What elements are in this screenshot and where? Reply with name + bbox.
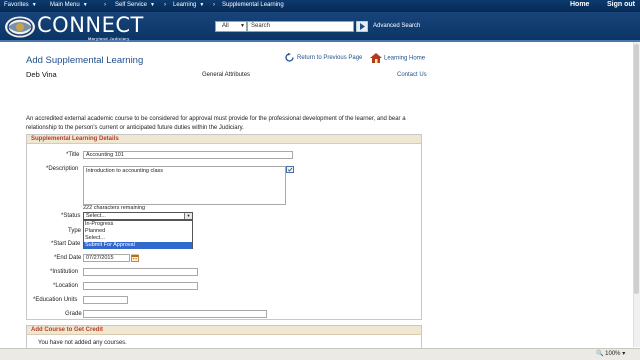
home-link[interactable]: Home	[570, 1, 589, 8]
browser-status-bar	[0, 348, 640, 360]
end-date-input[interactable]: 07/27/2015	[83, 254, 130, 262]
return-link-label: Return to Previous Page	[297, 55, 363, 62]
spell-check-icon[interactable]	[286, 166, 294, 173]
description-label: *Description	[46, 166, 79, 172]
type-label: Type	[68, 228, 82, 234]
advanced-search-link[interactable]: Advanced Search	[373, 23, 420, 29]
scrollbar-thumb[interactable]	[634, 44, 639, 294]
status-dropdown-list: In-Progress Planned Select... Submit For…	[83, 220, 193, 249]
status-value: Select...	[86, 213, 106, 219]
status-select[interactable]: Select... ▼	[83, 212, 193, 220]
breadcrumb-separator: ›	[104, 2, 106, 8]
status-option[interactable]: Select...	[84, 235, 192, 242]
zoom-icon: 🔍	[596, 351, 604, 357]
search-input[interactable]: Search	[247, 21, 354, 32]
status-label: *Status	[61, 213, 81, 219]
chevron-down-icon[interactable]: ▼	[184, 213, 192, 219]
top-nav-bar: Favorites ▼ Main Menu ▼ › Self Service ▼ › …	[0, 0, 640, 12]
breadcrumb-current[interactable]: Supplemental Learning	[222, 2, 284, 8]
return-arrow-icon	[285, 53, 294, 62]
calendar-icon[interactable]	[131, 254, 139, 262]
favorites-menu[interactable]: Favorites ▼	[4, 2, 37, 8]
section-header: Add Course to Get Credit	[27, 326, 421, 335]
self-service-menu[interactable]: Self Service ▼	[115, 2, 155, 8]
grade-input[interactable]	[83, 310, 267, 318]
chevron-down-icon: ▼	[31, 2, 37, 8]
location-label: *Location	[53, 283, 79, 289]
chevron-down-icon: ▼	[150, 2, 155, 8]
search-placeholder: Search	[251, 23, 271, 29]
chevron-down-icon: ▾	[622, 351, 626, 357]
chevron-down-icon: ▼	[199, 2, 205, 8]
search-scope-select[interactable]: All ▼	[215, 21, 247, 32]
main-menu-label: Main Menu	[50, 2, 80, 8]
education-units-input[interactable]	[83, 296, 128, 304]
title-label: *Title	[66, 152, 80, 158]
logo-text: CONNECT	[37, 13, 144, 37]
section-header: Supplemental Learning Details	[27, 135, 421, 144]
breadcrumb-separator: ›	[164, 2, 166, 8]
learning-label: Learning	[173, 2, 197, 8]
title-input[interactable]: Accounting 101	[83, 151, 293, 159]
main-menu[interactable]: Main Menu ▼	[50, 2, 88, 8]
status-option[interactable]: Planned	[84, 228, 192, 235]
end-date-label: *End Date	[54, 255, 82, 261]
search-scope-value: All	[222, 23, 229, 29]
maryland-seal-logo-icon	[5, 16, 35, 38]
chevron-down-icon: ▼	[82, 2, 88, 8]
start-date-label: *Start Date	[51, 241, 81, 247]
learning-home-label: Learning Home	[384, 55, 426, 62]
contact-us-link[interactable]: Contact Us	[397, 72, 427, 78]
institution-input[interactable]	[83, 268, 198, 276]
return-to-previous-page-link[interactable]: Return to Previous Page	[285, 53, 362, 62]
chevron-down-icon: ▼	[240, 23, 245, 29]
self-service-label: Self Service	[115, 2, 148, 8]
search-icon[interactable]	[356, 21, 368, 32]
zoom-control[interactable]: 🔍 100% ▾	[596, 350, 625, 357]
general-attributes-label: General Attributes	[202, 72, 251, 78]
page-title: Add Supplemental Learning	[26, 55, 144, 66]
zoom-level: 100%	[605, 351, 621, 357]
no-courses-message: You have not added any courses.	[38, 340, 127, 346]
learning-home-link[interactable]: Learning Home	[370, 53, 425, 63]
user-name: Deb Vina	[26, 70, 57, 79]
characters-remaining: 222 characters remaining	[83, 205, 146, 211]
house-icon	[370, 53, 382, 63]
intro-text: An accredited external academic course t…	[26, 116, 406, 131]
learning-menu[interactable]: Learning ▼	[173, 2, 204, 8]
description-textarea[interactable]: Introduction to accounting class	[83, 166, 286, 205]
status-option-selected[interactable]: Submit For Approval	[84, 242, 192, 249]
location-input[interactable]	[83, 282, 198, 290]
breadcrumb-separator: ›	[213, 2, 215, 8]
education-units-label: *Education Units	[33, 297, 78, 303]
grade-label: Grade	[65, 311, 82, 317]
logo-subtitle: Maryland Judiciary	[88, 36, 130, 41]
institution-label: *Institution	[50, 269, 79, 275]
status-option[interactable]: In-Progress	[84, 221, 192, 228]
sign-out-link[interactable]: Sign out	[607, 1, 635, 8]
favorites-label: Favorites	[4, 2, 29, 8]
